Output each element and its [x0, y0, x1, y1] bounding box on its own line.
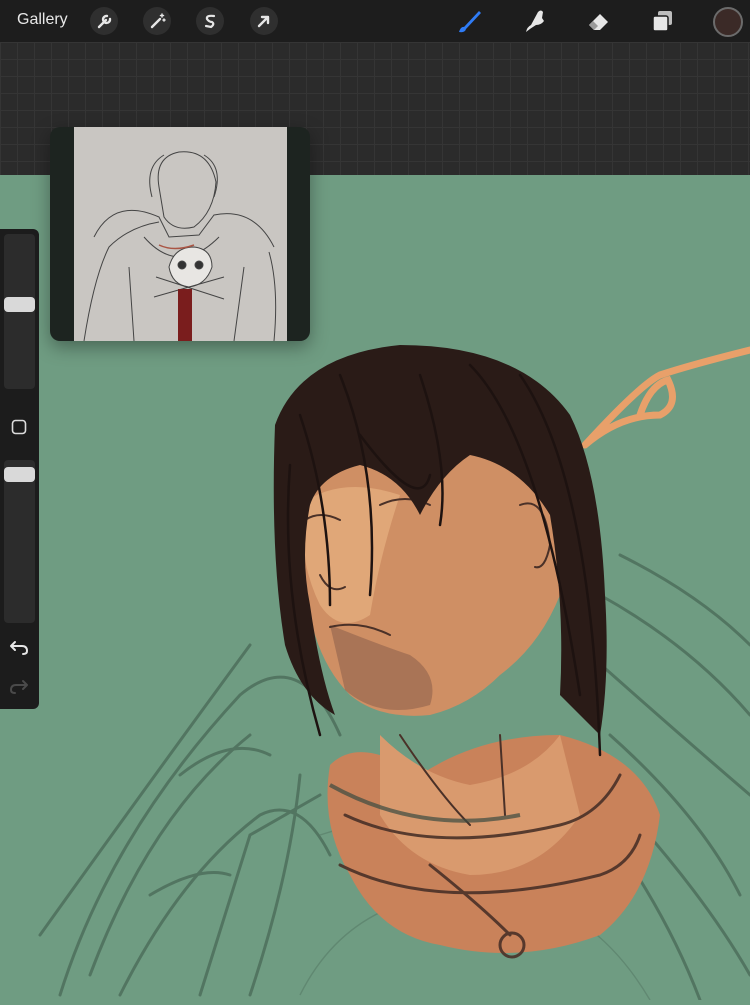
magic-wand-icon[interactable]: [143, 7, 171, 35]
wrench-icon[interactable]: [90, 7, 118, 35]
current-color-swatch[interactable]: [713, 7, 743, 37]
smudge-finger-icon[interactable]: [520, 6, 550, 36]
brush-icon[interactable]: [455, 6, 485, 36]
arrow-cursor-icon[interactable]: [250, 7, 278, 35]
reference-image: [74, 127, 287, 341]
brush-sidebar: [0, 229, 39, 709]
square-modifier-icon[interactable]: [11, 419, 27, 435]
reference-panel[interactable]: [50, 127, 310, 341]
brush-opacity-slider[interactable]: [4, 460, 35, 623]
undo-icon[interactable]: [8, 636, 30, 658]
brush-size-thumb[interactable]: [4, 297, 35, 312]
redo-icon[interactable]: [8, 675, 30, 697]
brush-opacity-thumb[interactable]: [4, 467, 35, 483]
eraser-icon[interactable]: [584, 6, 614, 36]
gallery-button[interactable]: Gallery: [17, 11, 68, 29]
layers-icon[interactable]: [648, 6, 678, 36]
selection-s-icon[interactable]: [196, 7, 224, 35]
top-toolbar: Gallery: [0, 0, 750, 42]
